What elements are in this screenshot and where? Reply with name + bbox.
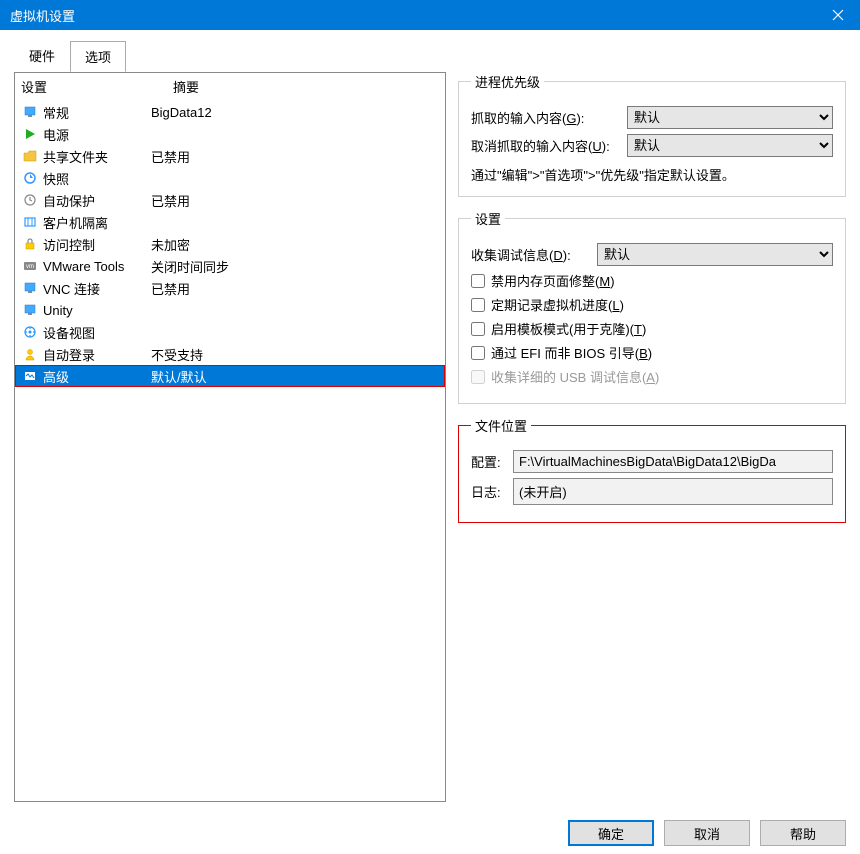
header-summary: 摘要	[173, 77, 439, 96]
legend-settings: 设置	[471, 209, 505, 228]
lock-icon	[21, 236, 39, 252]
label-template-mode: 启用模板模式(用于克隆)(T)	[491, 319, 646, 338]
window-title: 虚拟机设置	[10, 6, 75, 25]
settings-list: 设置 摘要 常规BigData12电源共享文件夹已禁用快照自动保护已禁用客户机隔…	[14, 72, 446, 802]
label-log-progress: 定期记录虚拟机进度(L)	[491, 295, 624, 314]
vmw-icon: vm	[21, 258, 39, 274]
label-log: 日志:	[471, 482, 507, 501]
row-label: VNC 连接	[43, 279, 100, 298]
header-setting: 设置	[21, 77, 173, 96]
monitor-icon	[21, 104, 39, 120]
device-icon	[21, 324, 39, 340]
ok-button[interactable]: 确定	[568, 820, 654, 846]
user-icon	[21, 346, 39, 362]
close-button[interactable]	[815, 0, 860, 30]
list-row[interactable]: 自动登录 不受支持	[15, 343, 445, 365]
list-row[interactable]: 设备视图	[15, 321, 445, 343]
row-label: 客户机隔离	[43, 213, 108, 232]
row-label: 共享文件夹	[43, 147, 108, 166]
list-row[interactable]: vm VMware Tools 关闭时间同步	[15, 255, 445, 277]
priority-note: 通过"编辑">"首选项">"优先级"指定默认设置。	[471, 165, 833, 184]
checkbox-efi-boot[interactable]	[471, 346, 485, 360]
play-icon	[21, 126, 39, 142]
label-usb-debug: 收集详细的 USB 调试信息(A)	[491, 367, 659, 386]
checkbox-template-mode[interactable]	[471, 322, 485, 336]
row-label: VMware Tools	[43, 259, 124, 274]
label-grabbed: 抓取的输入内容(G):	[471, 108, 621, 127]
row-label: 高级	[43, 367, 69, 386]
close-icon	[832, 9, 844, 21]
adv-icon	[21, 368, 39, 384]
row-label: 电源	[43, 125, 69, 144]
list-row[interactable]: Unity	[15, 299, 445, 321]
select-ungrabbed[interactable]: 默认	[627, 134, 833, 157]
list-row[interactable]: 电源	[15, 123, 445, 145]
row-label: 快照	[43, 169, 69, 188]
titlebar: 虚拟机设置	[0, 0, 860, 30]
tab-bar: 硬件 选项	[0, 30, 860, 72]
select-grabbed[interactable]: 默认	[627, 106, 833, 129]
row-label: Unity	[43, 303, 73, 318]
row-label: 自动登录	[43, 345, 95, 364]
checkbox-usb-debug	[471, 370, 485, 384]
row-summary: 不受支持	[151, 345, 439, 364]
label-efi-boot: 通过 EFI 而非 BIOS 引导(B)	[491, 343, 652, 362]
row-summary: BigData12	[151, 105, 439, 120]
field-config-path[interactable]: F:\VirtualMachinesBigData\BigData12\BigD…	[513, 450, 833, 473]
label-ungrabbed: 取消抓取的输入内容(U):	[471, 136, 621, 155]
list-row[interactable]: 高级 默认/默认	[15, 365, 445, 387]
group-priority: 进程优先级 抓取的输入内容(G): 默认 取消抓取的输入内容(U): 默认 通过…	[458, 72, 846, 197]
list-row[interactable]: 共享文件夹 已禁用	[15, 145, 445, 167]
checkbox-mem-trim[interactable]	[471, 274, 485, 288]
legend-priority: 进程优先级	[471, 72, 544, 91]
clock-icon	[21, 192, 39, 208]
list-row[interactable]: 常规 BigData12	[15, 101, 445, 123]
svg-text:vm: vm	[26, 264, 34, 270]
list-row[interactable]: 自动保护 已禁用	[15, 189, 445, 211]
row-label: 自动保护	[43, 191, 95, 210]
label-debug: 收集调试信息(D):	[471, 245, 591, 264]
row-summary: 已禁用	[151, 279, 439, 298]
folder-icon	[21, 148, 39, 164]
row-summary: 已禁用	[151, 147, 439, 166]
group-settings: 设置 收集调试信息(D): 默认 禁用内存页面修整(M) 定期记录虚拟机进度(L…	[458, 209, 846, 404]
list-row[interactable]: 客户机隔离	[15, 211, 445, 233]
tab-options[interactable]: 选项	[70, 41, 126, 72]
legend-file-location: 文件位置	[471, 416, 531, 435]
row-label: 常规	[43, 103, 69, 122]
row-summary: 已禁用	[151, 191, 439, 210]
row-summary: 默认/默认	[151, 367, 439, 386]
cancel-button[interactable]: 取消	[664, 820, 750, 846]
checkbox-log-progress[interactable]	[471, 298, 485, 312]
label-config: 配置:	[471, 452, 507, 471]
monitor-icon	[21, 302, 39, 318]
list-header: 设置 摘要	[15, 73, 445, 101]
list-row[interactable]: 访问控制 未加密	[15, 233, 445, 255]
row-label: 设备视图	[43, 323, 95, 342]
select-debug[interactable]: 默认	[597, 243, 833, 266]
row-label: 访问控制	[43, 235, 95, 254]
list-row[interactable]: 快照	[15, 167, 445, 189]
field-log-path[interactable]: (未开启)	[513, 478, 833, 505]
snapshot-icon	[21, 170, 39, 186]
isolate-icon	[21, 214, 39, 230]
help-button[interactable]: 帮助	[760, 820, 846, 846]
monitor-icon	[21, 280, 39, 296]
dialog-buttons: 确定 取消 帮助	[0, 812, 860, 854]
label-mem-trim: 禁用内存页面修整(M)	[491, 271, 615, 290]
tab-hardware[interactable]: 硬件	[14, 40, 70, 71]
group-file-location: 文件位置 配置: F:\VirtualMachinesBigData\BigDa…	[458, 416, 846, 523]
list-row[interactable]: VNC 连接 已禁用	[15, 277, 445, 299]
row-summary: 关闭时间同步	[151, 257, 439, 276]
row-summary: 未加密	[151, 235, 439, 254]
